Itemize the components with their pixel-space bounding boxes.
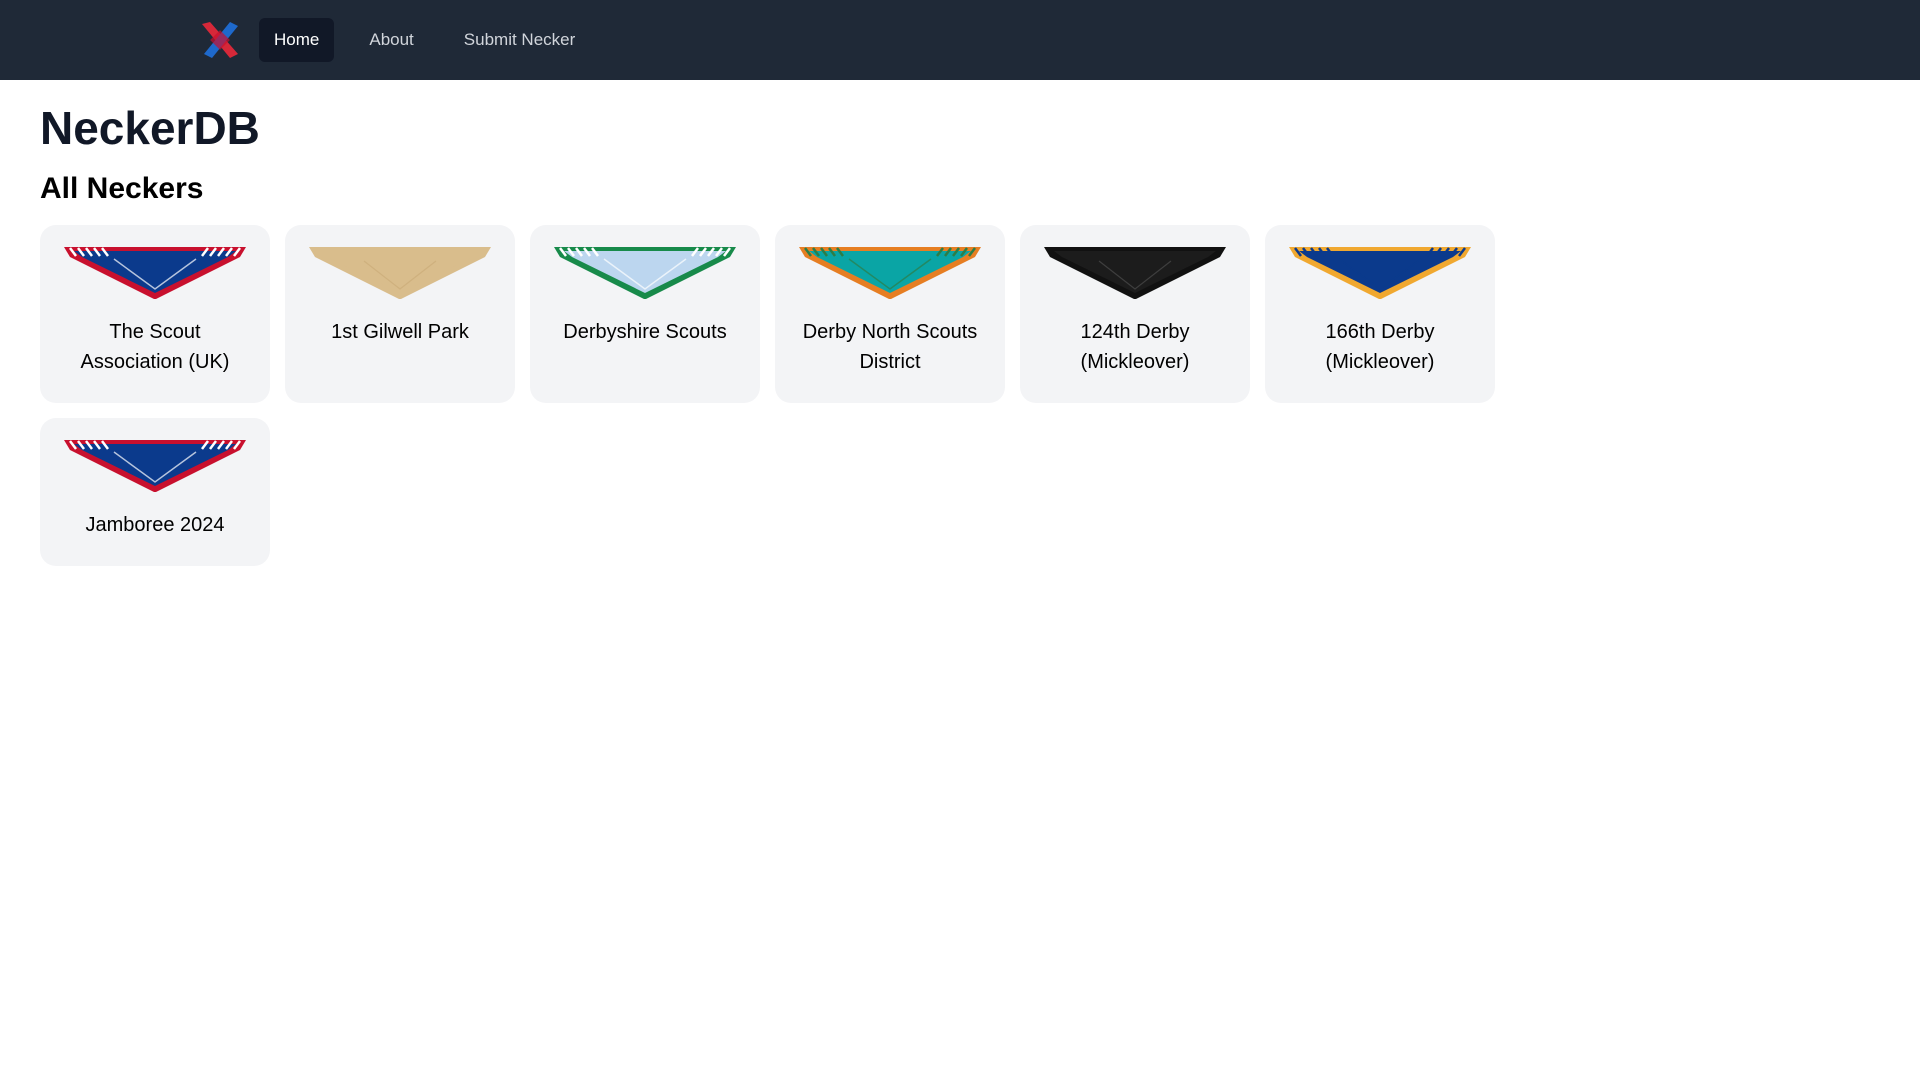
necker-name: 166th Derby (Mickleover) xyxy=(1325,320,1435,373)
necker-image xyxy=(799,246,981,299)
necker-name: Derbyshire Scouts xyxy=(563,320,727,343)
necker-name: Jamboree 2024 xyxy=(85,513,225,536)
necker-name: Derby North Scouts District xyxy=(802,320,978,373)
necker-name: The Scout Association (UK) xyxy=(80,320,230,373)
necker-image xyxy=(64,439,246,492)
necker-card[interactable]: The Scout Association (UK) xyxy=(40,224,270,403)
necker-grid: The Scout Association (UK) 1st Gilwell Pa… xyxy=(40,224,1880,566)
nav-home-link[interactable]: Home xyxy=(259,18,335,62)
necker-card[interactable]: 124th Derby (Mickleover) xyxy=(1020,224,1250,403)
necker-card[interactable]: 166th Derby (Mickleover) xyxy=(1265,224,1495,403)
necker-image xyxy=(309,246,491,299)
necker-name: 1st Gilwell Park xyxy=(331,320,469,343)
necker-image xyxy=(554,246,736,299)
section-heading: All Neckers xyxy=(40,171,204,205)
necker-card[interactable]: 1st Gilwell Park xyxy=(285,224,515,403)
top-navbar: Home About Submit Necker xyxy=(0,0,1920,80)
neckerdb-logo-icon[interactable] xyxy=(200,20,240,60)
page-title: NeckerDB xyxy=(40,102,260,154)
necker-card[interactable]: Derby North Scouts District xyxy=(775,224,1005,403)
nav-submit-necker-link[interactable]: Submit Necker xyxy=(449,18,590,62)
necker-card[interactable]: Derbyshire Scouts xyxy=(530,224,760,403)
necker-image xyxy=(1044,246,1226,299)
nav-about-link[interactable]: About xyxy=(354,18,428,62)
necker-name: 124th Derby (Mickleover) xyxy=(1080,320,1190,373)
necker-image xyxy=(64,246,246,299)
main-content: NeckerDB All Neckers The Scout Associati… xyxy=(0,80,1920,588)
necker-card[interactable]: Jamboree 2024 xyxy=(40,417,270,566)
necker-image xyxy=(1289,246,1471,299)
